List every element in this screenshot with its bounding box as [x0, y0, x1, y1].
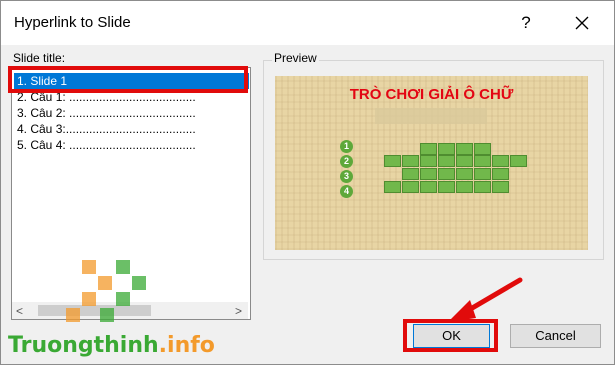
watermark-logo [62, 258, 148, 328]
crossword-cell [510, 155, 527, 167]
crossword-cell [420, 168, 437, 180]
scroll-left-icon[interactable]: < [16, 304, 23, 318]
crossword-cell [438, 155, 455, 167]
crossword-cell [420, 155, 437, 167]
crossword-cell [492, 155, 509, 167]
cancel-button[interactable]: Cancel [510, 324, 601, 348]
crossword-cell [420, 143, 437, 155]
close-button[interactable] [569, 10, 595, 36]
crossword-cell [492, 181, 509, 193]
close-icon [575, 16, 589, 30]
crossword-cell [456, 143, 473, 155]
crossword-cell [456, 155, 473, 167]
red-arrow-icon [448, 277, 523, 322]
scroll-right-icon[interactable]: > [235, 304, 242, 318]
crossword-cell [438, 168, 455, 180]
ok-highlight-box [403, 319, 498, 352]
watermark-text: Truongthinh.info [8, 333, 215, 358]
watermark-suffix: .info [158, 333, 215, 358]
preview-title-bar [375, 108, 487, 124]
row-number-1: 1 [340, 140, 353, 153]
preview-label: Preview [272, 51, 319, 65]
crossword-cell [456, 181, 473, 193]
row-number-4: 4 [340, 185, 353, 198]
slide-preview: TRÒ CHƠI GIẢI Ô CHỮ 1 2 3 4 [275, 76, 588, 250]
crossword-cell [384, 181, 401, 193]
title-bar: Hyperlink to Slide ? [1, 1, 614, 45]
preview-slide-title: TRÒ CHƠI GIẢI Ô CHỮ [349, 86, 514, 103]
help-button[interactable]: ? [513, 10, 539, 36]
slide-title-label: Slide title: [13, 51, 66, 65]
watermark-name: Truongthinh [8, 333, 159, 358]
list-item-cau-3[interactable]: 4. Câu 3:...............................… [14, 121, 249, 137]
row-number-2: 2 [340, 155, 353, 168]
list-item-cau-4[interactable]: 5. Câu 4: ..............................… [14, 137, 249, 153]
crossword-cell [474, 143, 491, 155]
crossword-cell [420, 181, 437, 193]
crossword-cell [474, 168, 491, 180]
crossword-cell [438, 143, 455, 155]
list-item-cau-2[interactable]: 3. Câu 2: ..............................… [14, 105, 249, 121]
crossword-cell [402, 181, 419, 193]
crossword-cell [474, 181, 491, 193]
crossword-cell [492, 168, 509, 180]
crossword-cell [402, 168, 419, 180]
selection-highlight-box [8, 66, 248, 93]
crossword-cell [384, 155, 401, 167]
crossword-cell [438, 181, 455, 193]
crossword-cell [402, 155, 419, 167]
row-number-3: 3 [340, 170, 353, 183]
crossword-cell [474, 155, 491, 167]
dialog-title: Hyperlink to Slide [14, 14, 131, 31]
crossword-cell [456, 168, 473, 180]
